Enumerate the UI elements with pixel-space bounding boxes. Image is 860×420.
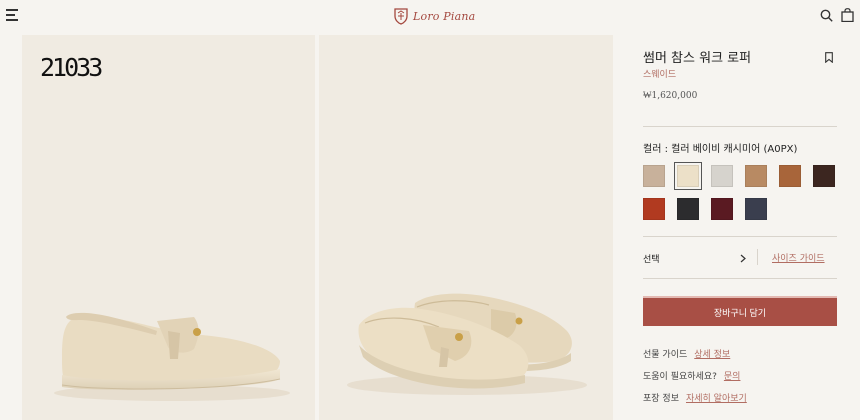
gift-guide-label: 선물 가이드 xyxy=(643,350,688,360)
brand-logo[interactable]: Loro Piana xyxy=(393,5,475,27)
packaging-link[interactable]: 자세히 알아보기 xyxy=(686,394,747,404)
color-swatch[interactable] xyxy=(779,165,801,187)
bookmark-icon[interactable] xyxy=(825,52,833,63)
color-swatch[interactable] xyxy=(643,165,665,187)
color-swatch[interactable] xyxy=(711,198,733,220)
help-label: 도움이 필요하세요? xyxy=(643,372,717,382)
brand-wordmark: Loro Piana xyxy=(413,9,476,23)
search-icon[interactable] xyxy=(820,9,833,22)
chevron-right-icon[interactable] xyxy=(740,254,746,263)
product-image-pair[interactable] xyxy=(319,35,613,420)
color-swatch[interactable] xyxy=(813,165,835,187)
color-swatch[interactable] xyxy=(711,165,733,187)
packaging-row: 포장 정보 자세히 알아보기 xyxy=(643,391,747,404)
add-to-cart-button[interactable]: 장바구니 담기 xyxy=(643,296,837,326)
gift-guide-link[interactable]: 상세 정보 xyxy=(694,350,730,360)
color-swatch[interactable] xyxy=(643,198,665,220)
loafer-side-illustration xyxy=(54,312,290,401)
product-price: ₩1,620,000 xyxy=(643,91,698,101)
size-select-label[interactable]: 선택 xyxy=(643,252,660,265)
help-row: 도움이 필요하세요? 문의 xyxy=(643,369,740,382)
product-material: 스웨이드 xyxy=(643,70,677,80)
top-header: Loro Piana xyxy=(0,0,860,32)
vertical-separator xyxy=(757,249,758,265)
menu-icon[interactable] xyxy=(6,9,20,21)
divider xyxy=(643,126,837,127)
gift-guide-row: 선물 가이드 상세 정보 xyxy=(643,347,730,360)
color-swatch[interactable] xyxy=(745,165,767,187)
product-title: 썸머 참스 워크 로퍼 xyxy=(643,51,752,66)
product-image-side[interactable]: 21033 xyxy=(22,35,315,420)
contact-link[interactable]: 문의 xyxy=(724,372,741,382)
packaging-label: 포장 정보 xyxy=(643,394,679,404)
color-swatch[interactable] xyxy=(674,162,702,190)
divider xyxy=(643,278,837,279)
color-label: 컬러 : 컬러 베이비 캐시미어 (A0PX) xyxy=(643,144,798,155)
color-swatch[interactable] xyxy=(677,198,699,220)
crest-icon xyxy=(394,8,408,25)
divider xyxy=(643,236,837,237)
shopping-bag-icon[interactable] xyxy=(841,8,854,22)
color-swatch[interactable] xyxy=(745,198,767,220)
loafer-pair-illustration xyxy=(347,293,587,395)
size-guide-link[interactable]: 사이즈 가이드 xyxy=(772,251,825,264)
